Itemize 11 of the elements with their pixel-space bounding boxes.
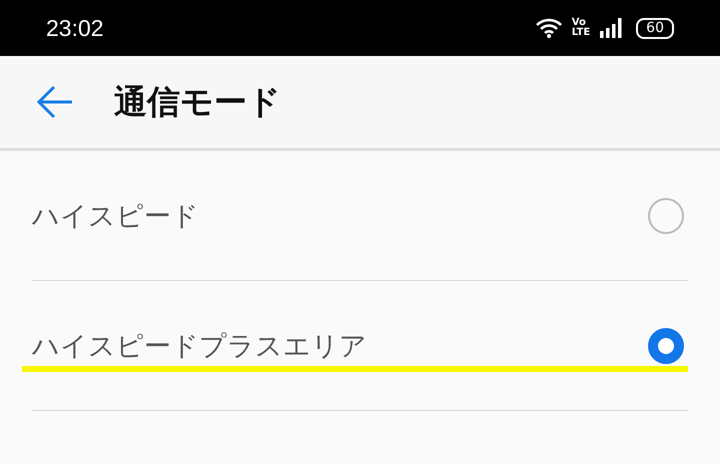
signal-icon (600, 18, 622, 38)
radio-button[interactable] (648, 328, 684, 364)
option-label[interactable]: ハイスピード (32, 198, 199, 234)
back-arrow-icon[interactable] (36, 85, 74, 119)
option-label[interactable]: ハイスピードプラスエリア (32, 328, 367, 364)
volte-label: Vo LTE (572, 18, 590, 38)
battery-level: 60 (636, 18, 674, 38)
clock-time: 23:02 (46, 14, 104, 42)
wifi-icon (536, 18, 562, 38)
radio-button[interactable] (648, 198, 684, 234)
page-title: 通信モード (114, 80, 281, 122)
